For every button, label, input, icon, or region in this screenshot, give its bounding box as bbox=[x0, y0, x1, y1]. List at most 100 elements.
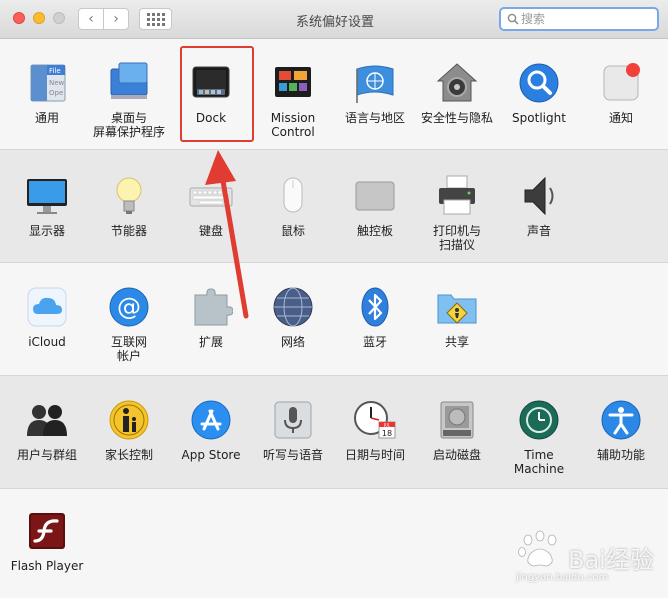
close-button[interactable] bbox=[13, 12, 25, 24]
watermark-brand: Bai经验 bbox=[568, 546, 654, 574]
pref-energy-saver[interactable]: 节能器 bbox=[88, 174, 170, 238]
pref-icloud[interactable]: iCloud bbox=[6, 285, 88, 349]
pref-keyboard[interactable]: 键盘 bbox=[170, 174, 252, 238]
microphone-icon bbox=[271, 398, 315, 442]
lightbulb-icon bbox=[107, 174, 151, 218]
pref-label: App Store bbox=[181, 448, 241, 462]
pref-printers-scanners[interactable]: 打印机与 扫描仪 bbox=[416, 174, 498, 252]
pref-extensions[interactable]: 扩展 bbox=[170, 285, 252, 349]
speaker-icon bbox=[517, 174, 561, 218]
pref-general[interactable]: File New Ope 通用 bbox=[6, 61, 88, 125]
pref-language-region[interactable]: 语言与地区 bbox=[334, 61, 416, 125]
pref-accessibility[interactable]: 辅助功能 bbox=[580, 398, 662, 462]
section-system: 用户与群组 家长控制 App Store 听写与语音 JUL18 日期与时间 bbox=[0, 376, 668, 489]
house-lock-icon bbox=[435, 61, 479, 105]
section-internet-wireless: iCloud @ 互联网 帐户 扩展 网络 蓝牙 共享 bbox=[0, 263, 668, 376]
pref-date-time[interactable]: JUL 18 日期与时间 bbox=[334, 398, 416, 462]
title-bar: ‹ › 系统偏好设置 bbox=[0, 0, 668, 39]
pref-label: 用户与群组 bbox=[16, 448, 77, 462]
minimize-button[interactable] bbox=[33, 12, 45, 24]
pref-mission-control[interactable]: Mission Control bbox=[252, 61, 334, 139]
zoom-button[interactable] bbox=[53, 12, 65, 24]
parental-controls-icon bbox=[107, 398, 151, 442]
pref-network[interactable]: 网络 bbox=[252, 285, 334, 349]
back-button[interactable]: ‹ bbox=[78, 8, 104, 30]
forward-button[interactable]: › bbox=[103, 8, 129, 30]
notifications-icon bbox=[599, 61, 643, 105]
pref-label: 蓝牙 bbox=[362, 335, 387, 349]
pref-label: 通知 bbox=[608, 111, 633, 125]
svg-text:New: New bbox=[49, 79, 65, 87]
pref-label: 共享 bbox=[444, 335, 469, 349]
pref-app-store[interactable]: App Store bbox=[170, 398, 252, 462]
display-icon bbox=[25, 174, 69, 218]
search-icon bbox=[507, 13, 519, 25]
spotlight-icon bbox=[517, 61, 561, 105]
pref-notifications[interactable]: 通知 bbox=[580, 61, 662, 125]
window-title: 系统偏好设置 bbox=[295, 15, 374, 30]
dock-highlight-box bbox=[180, 46, 254, 142]
pref-sound[interactable]: 声音 bbox=[498, 174, 580, 238]
pref-displays[interactable]: 显示器 bbox=[6, 174, 88, 238]
pref-label: 日期与时间 bbox=[344, 448, 405, 462]
svg-text:@: @ bbox=[117, 293, 141, 321]
pref-label: 启动磁盘 bbox=[432, 448, 481, 462]
pref-label: 键盘 bbox=[198, 224, 223, 238]
pref-mouse[interactable]: 鼠标 bbox=[252, 174, 334, 238]
svg-text:18: 18 bbox=[382, 429, 392, 438]
svg-text:Ope: Ope bbox=[49, 89, 63, 97]
watermark: Bai经验 jingyan.baidu.com bbox=[510, 528, 660, 592]
search-field[interactable] bbox=[499, 7, 659, 31]
clock-calendar-icon: JUL 18 bbox=[353, 398, 397, 442]
system-preferences-window: ‹ › 系统偏好设置 File New Ope 通用 桌面与 屏幕保护程序 bbox=[0, 0, 668, 598]
pref-security-privacy[interactable]: 安全性与隐私 bbox=[416, 61, 498, 125]
pref-label: 辅助功能 bbox=[596, 448, 645, 462]
pref-label: iCloud bbox=[28, 335, 66, 349]
pref-label: 家长控制 bbox=[104, 448, 153, 462]
pref-startup-disk[interactable]: 启动磁盘 bbox=[416, 398, 498, 462]
pref-label: 节能器 bbox=[110, 224, 147, 238]
search-input[interactable] bbox=[521, 10, 653, 28]
pref-spotlight[interactable]: Spotlight bbox=[498, 61, 580, 125]
accessibility-icon bbox=[599, 398, 643, 442]
un-flag-icon bbox=[353, 61, 397, 105]
pref-dictation-speech[interactable]: 听写与语音 bbox=[252, 398, 334, 462]
time-machine-icon bbox=[517, 398, 561, 442]
pref-label: 扩展 bbox=[198, 335, 223, 349]
svg-text:File: File bbox=[49, 67, 61, 75]
section-personal: File New Ope 通用 桌面与 屏幕保护程序 Dock Mission Co… bbox=[0, 39, 668, 150]
mission-control-icon bbox=[271, 61, 315, 105]
pref-label: 网络 bbox=[280, 335, 305, 349]
general-icon: File New Ope bbox=[25, 61, 69, 105]
hard-disk-icon bbox=[435, 398, 479, 442]
chevron-right-icon: › bbox=[113, 11, 119, 27]
pref-label: 打印机与 扫描仪 bbox=[432, 224, 481, 252]
chevron-left-icon: ‹ bbox=[88, 11, 94, 27]
pref-desktop-screensaver[interactable]: 桌面与 屏幕保护程序 bbox=[88, 61, 170, 139]
svg-text:JUL: JUL bbox=[383, 423, 391, 428]
globe-icon bbox=[271, 285, 315, 329]
sharing-folder-icon bbox=[435, 285, 479, 329]
pref-bluetooth[interactable]: 蓝牙 bbox=[334, 285, 416, 349]
pref-flash-player[interactable]: Flash Player bbox=[6, 509, 88, 573]
pref-label: 声音 bbox=[526, 224, 551, 238]
pref-label: 听写与语音 bbox=[262, 448, 323, 462]
bluetooth-icon bbox=[353, 285, 397, 329]
printer-icon bbox=[435, 174, 479, 218]
puzzle-icon bbox=[189, 285, 234, 329]
flash-player-icon bbox=[25, 509, 69, 553]
pref-sharing[interactable]: 共享 bbox=[416, 285, 498, 349]
mouse-icon bbox=[271, 174, 315, 218]
pref-time-machine[interactable]: Time Machine bbox=[498, 398, 580, 476]
pref-parental-controls[interactable]: 家长控制 bbox=[88, 398, 170, 462]
app-store-icon bbox=[189, 398, 233, 442]
pref-users-groups[interactable]: 用户与群组 bbox=[6, 398, 88, 462]
pref-label: Spotlight bbox=[512, 111, 566, 125]
pref-label: 显示器 bbox=[28, 224, 65, 238]
pref-trackpad[interactable]: 触控板 bbox=[334, 174, 416, 238]
keyboard-icon bbox=[189, 174, 233, 218]
section-hardware: 显示器 节能器 键盘 鼠标 触控板 打印机与 扫描仪 声音 bbox=[0, 150, 668, 263]
pref-internet-accounts[interactable]: @ 互联网 帐户 bbox=[88, 285, 170, 363]
pref-label: 鼠标 bbox=[280, 224, 305, 238]
show-all-button[interactable] bbox=[139, 8, 172, 30]
